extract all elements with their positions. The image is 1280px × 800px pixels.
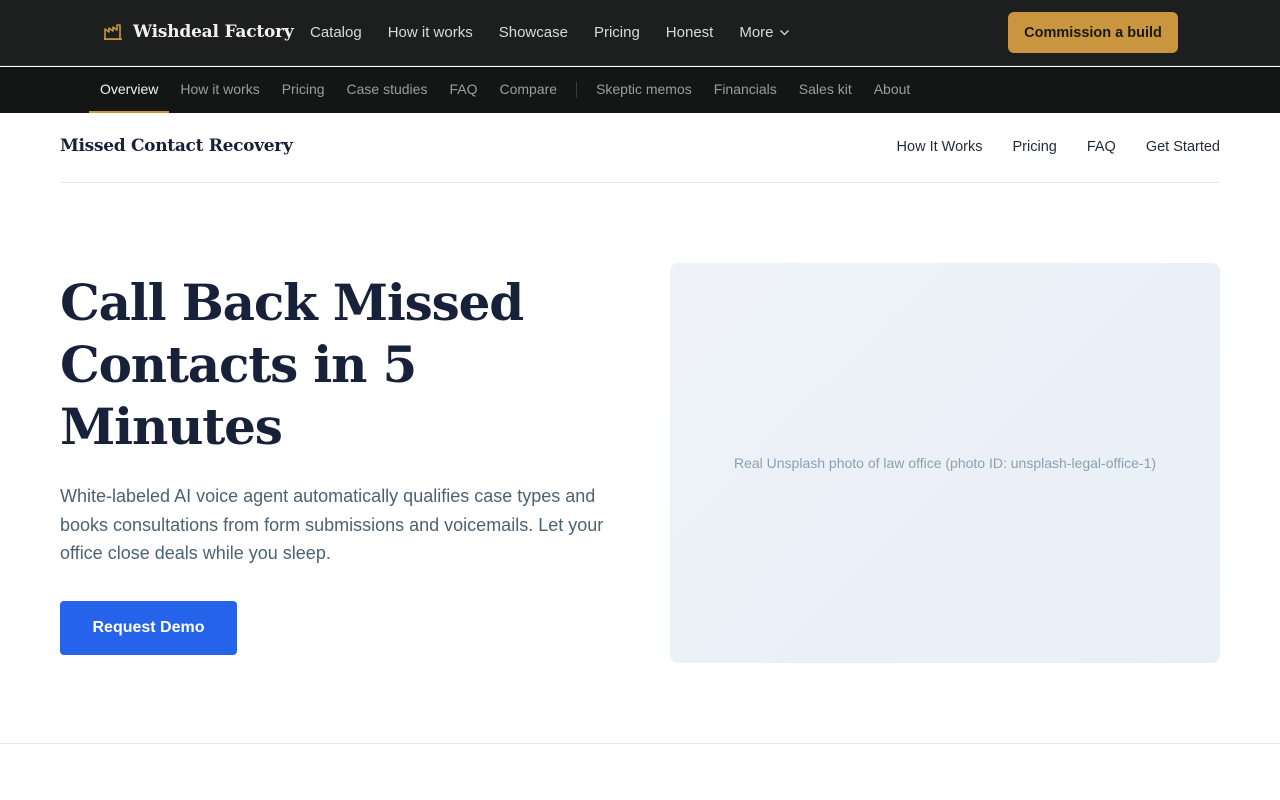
site-nav-pricing[interactable]: Pricing — [1013, 139, 1057, 155]
top-nav-pricing[interactable]: Pricing — [594, 24, 640, 41]
sub-nav-faq[interactable]: FAQ — [438, 67, 488, 113]
top-nav-honest[interactable]: Honest — [666, 24, 714, 41]
sub-nav-how-it-works[interactable]: How it works — [169, 67, 270, 113]
sub-nav: Overview How it works Pricing Case studi… — [89, 67, 921, 113]
top-nav-showcase[interactable]: Showcase — [499, 24, 568, 41]
top-nav-more-label: More — [739, 23, 774, 41]
top-bar: Wishdeal Factory Catalog How it works Sh… — [0, 0, 1280, 66]
site-nav-how-it-works[interactable]: How It Works — [897, 139, 983, 155]
sub-nav-pricing[interactable]: Pricing — [271, 67, 336, 113]
commission-build-button[interactable]: Commission a build — [1008, 12, 1178, 53]
chevron-down-icon — [779, 29, 789, 35]
site-nav-get-started[interactable]: Get Started — [1146, 139, 1220, 155]
top-nav-how-it-works[interactable]: How it works — [388, 24, 473, 41]
sub-nav-financials[interactable]: Financials — [703, 67, 788, 113]
site-nav: How It Works Pricing FAQ Get Started — [897, 139, 1220, 155]
hero-subtitle: White-labeled AI voice agent automatical… — [60, 486, 604, 563]
hero-image-caption: Real Unsplash photo of law office (photo… — [733, 455, 1157, 471]
top-nav: Catalog How it works Showcase Pricing Ho… — [310, 22, 790, 42]
top-nav-more[interactable]: More — [739, 24, 789, 41]
sub-nav-overview[interactable]: Overview — [89, 67, 170, 113]
site-logo[interactable]: Missed Contact Recovery — [60, 136, 293, 156]
sub-nav-compare[interactable]: Compare — [488, 67, 568, 113]
sub-nav-divider — [576, 82, 578, 98]
sub-nav-case-studies[interactable]: Case studies — [336, 67, 439, 113]
brand-name: Wishdeal Factory — [133, 22, 294, 42]
sub-nav-skeptic-memos[interactable]: Skeptic memos — [585, 67, 703, 113]
top-nav-catalog[interactable]: Catalog — [310, 24, 362, 41]
sub-nav-about[interactable]: About — [863, 67, 922, 113]
hero-image-placeholder: Real Unsplash photo of law office (photo… — [670, 263, 1220, 663]
section-divider — [0, 743, 1280, 744]
hero-title: Call Back Missed Contacts in 5 Minutes — [60, 273, 524, 456]
brand[interactable]: Wishdeal Factory — [103, 20, 294, 44]
factory-icon — [104, 24, 122, 41]
sub-nav-sales-kit[interactable]: Sales kit — [788, 67, 863, 113]
site-header: Missed Contact Recovery How It Works Pri… — [60, 113, 1220, 183]
sub-bar: Overview How it works Pricing Case studi… — [0, 67, 1280, 113]
site-nav-faq[interactable]: FAQ — [1087, 139, 1116, 155]
request-demo-button[interactable]: Request Demo — [60, 601, 237, 655]
